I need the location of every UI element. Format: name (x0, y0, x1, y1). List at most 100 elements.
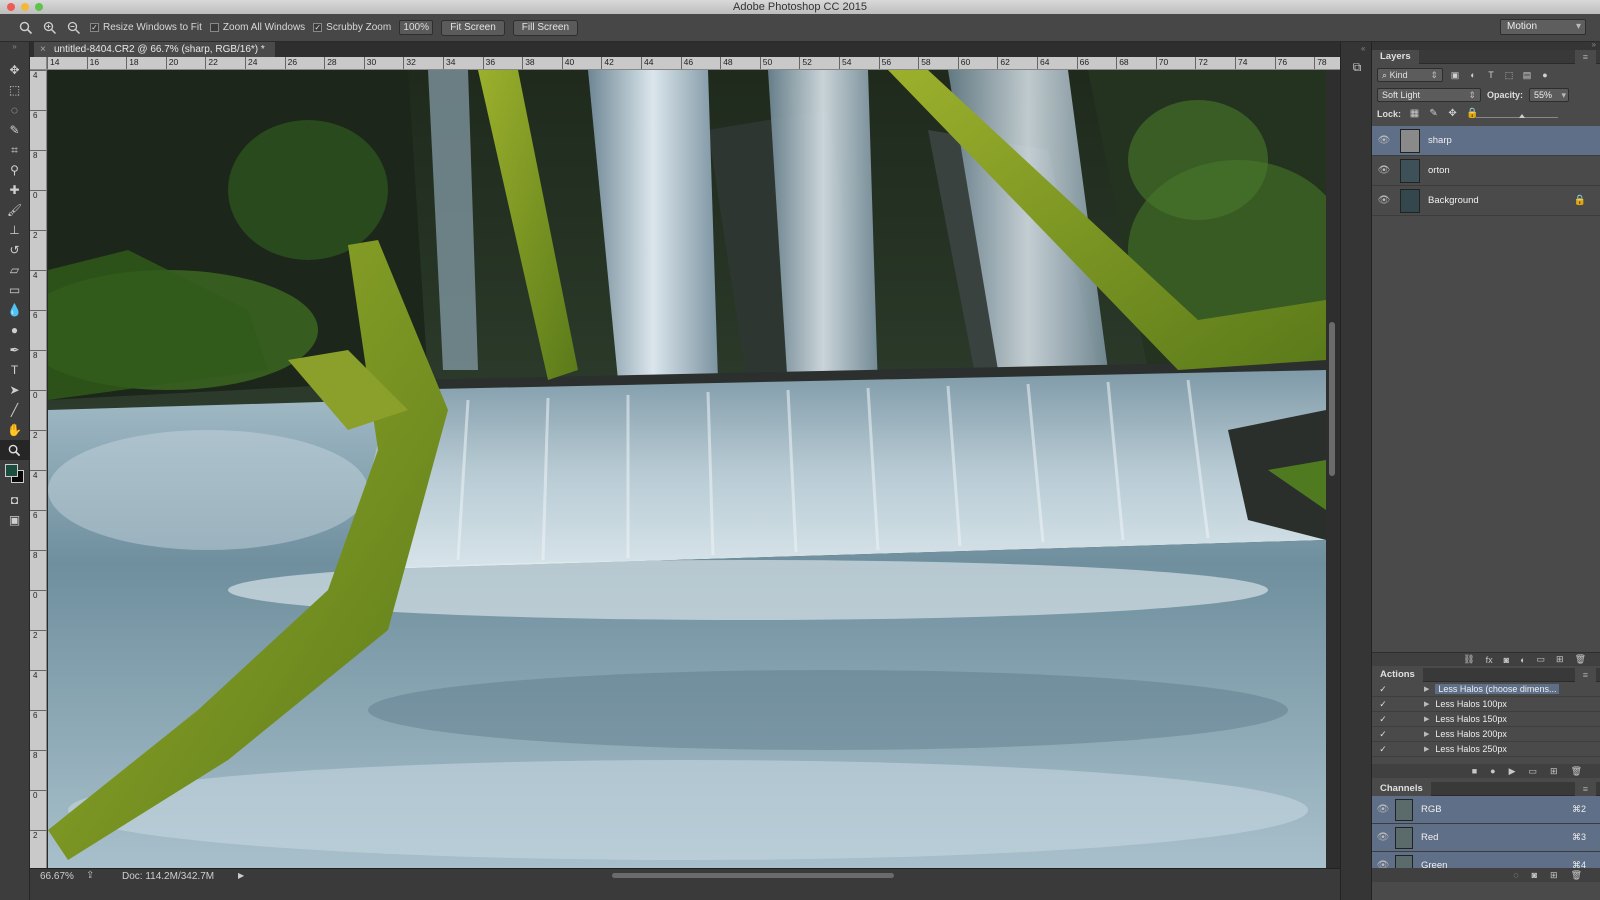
zoom-in-icon[interactable] (42, 20, 58, 36)
layer-style-icon[interactable]: fx (1486, 655, 1493, 665)
action-enabled-check-icon[interactable]: ✓ (1374, 684, 1392, 695)
expand-triangle-icon[interactable]: ▶ (1424, 745, 1429, 753)
visibility-eye-icon[interactable]: 👁 (1374, 165, 1394, 176)
layer-row[interactable]: 👁 Background 🔒 (1372, 186, 1600, 216)
vertical-scroll-thumb[interactable] (1329, 322, 1335, 476)
horizontal-ruler[interactable]: 14 16 18 20 22 24 26 28 30 32 34 36 38 40 42 44 46 48 50 52… (47, 57, 1340, 70)
layer-row[interactable]: 👁 sharp (1372, 126, 1600, 156)
minimize-window-button[interactable] (21, 3, 29, 11)
action-item[interactable]: ✓ ▶ Less Halos 250px (1372, 742, 1600, 757)
actions-panel-tab[interactable]: Actions ≡ (1372, 668, 1600, 682)
resize-windows-checkbox[interactable]: ✓ Resize Windows to Fit (90, 22, 202, 33)
visibility-eye-icon[interactable]: 👁 (1374, 135, 1394, 146)
filter-toggle-icon[interactable]: ● (1539, 69, 1551, 81)
filter-smart-object-icon[interactable]: ▤ (1521, 69, 1533, 81)
fit-screen-button[interactable]: Fit Screen (441, 19, 505, 36)
new-channel-icon[interactable]: ⊞ (1550, 870, 1558, 881)
delete-action-icon[interactable]: 🗑 (1571, 766, 1582, 777)
dialog-toggle[interactable] (1396, 714, 1406, 724)
lock-position-icon[interactable]: ✥ (1447, 108, 1458, 119)
visibility-eye-icon[interactable]: 👁 (1374, 195, 1394, 206)
dialog-toggle[interactable] (1396, 699, 1406, 709)
healing-brush-tool-icon[interactable]: ✚ (0, 180, 29, 200)
layer-filter-select[interactable]: ⌕ Kind ⇕ (1377, 68, 1443, 82)
record-icon[interactable]: ● (1490, 766, 1495, 776)
play-icon[interactable]: ▶ (1509, 766, 1516, 777)
new-group-icon[interactable]: ▭ (1537, 654, 1546, 665)
line-tool-icon[interactable]: ╱ (0, 400, 29, 420)
collapse-dock-icon[interactable]: » (1592, 40, 1596, 49)
vertical-ruler[interactable]: 46802468024680246802 (30, 70, 47, 870)
expand-triangle-icon[interactable]: ▶ (1424, 730, 1429, 738)
blur-tool-icon[interactable]: 💧 (0, 300, 29, 320)
delete-channel-icon[interactable]: 🗑 (1571, 870, 1582, 881)
dialog-toggle[interactable] (1396, 729, 1406, 739)
move-tool-icon[interactable]: ✥ (0, 60, 29, 80)
zoom-level[interactable]: 66.67% (40, 871, 74, 882)
lock-image-pixels-icon[interactable]: ✎ (1428, 108, 1439, 119)
dialog-toggle[interactable] (1396, 684, 1406, 694)
eraser-tool-icon[interactable]: ▱ (0, 260, 29, 280)
dialog-toggle[interactable] (1396, 744, 1406, 754)
path-selection-tool-icon[interactable]: ➤ (0, 380, 29, 400)
action-item[interactable]: ✓ ▶ Less Halos 200px (1372, 727, 1600, 742)
zoom-tool-preset-icon[interactable] (18, 20, 34, 36)
foreground-color-swatch[interactable] (5, 464, 18, 477)
quick-mask-icon[interactable]: ◘ (0, 490, 29, 510)
scrubby-zoom-checkbox[interactable]: ✓ Scrubby Zoom (313, 22, 391, 33)
quick-selection-tool-icon[interactable]: ✎ (0, 120, 29, 140)
channel-row[interactable]: 👁 RGB ⌘2 (1372, 796, 1600, 824)
expand-triangle-icon[interactable]: ▶ (1424, 700, 1429, 708)
gradient-tool-icon[interactable]: ▭ (0, 280, 29, 300)
delete-layer-icon[interactable]: 🗑 (1575, 654, 1586, 665)
status-menu-arrow-icon[interactable]: ▶ (238, 871, 244, 880)
load-selection-icon[interactable]: ◌ (1513, 870, 1518, 880)
channel-row[interactable]: 👁 Red ⌘3 (1372, 824, 1600, 852)
lasso-tool-icon[interactable]: ◌ (0, 100, 29, 120)
action-enabled-check-icon[interactable]: ✓ (1374, 714, 1392, 725)
brush-tool-icon[interactable]: 🖌 (0, 200, 29, 220)
action-item[interactable]: ✓ ▶ Less Halos (choose dimens... (1372, 682, 1600, 697)
document-canvas[interactable] (48, 70, 1326, 868)
screen-mode-icon[interactable]: ▣ (0, 510, 29, 530)
action-enabled-check-icon[interactable]: ✓ (1374, 729, 1392, 740)
action-item[interactable]: ✓ ▶ Less Halos 150px (1372, 712, 1600, 727)
zoom-all-windows-checkbox[interactable]: Zoom All Windows (209, 22, 305, 33)
expand-triangle-icon[interactable]: ▶ (1424, 685, 1429, 693)
new-set-icon[interactable]: ▭ (1529, 766, 1538, 777)
opacity-slider-knob[interactable] (1518, 114, 1525, 118)
share-icon[interactable]: ⇪ (86, 870, 94, 881)
visibility-eye-icon[interactable]: 👁 (1374, 832, 1392, 843)
action-enabled-check-icon[interactable]: ✓ (1374, 699, 1392, 710)
opacity-field[interactable]: 55% ▾ (1529, 88, 1570, 102)
action-enabled-check-icon[interactable]: ✓ (1374, 744, 1392, 755)
filter-shape-icon[interactable]: ⬚ (1503, 69, 1515, 81)
stop-icon[interactable]: ■ (1472, 766, 1477, 776)
horizontal-scroll-thumb[interactable] (612, 873, 894, 878)
filter-type-icon[interactable]: T (1485, 69, 1497, 81)
marquee-tool-icon[interactable]: ⬚ (0, 80, 29, 100)
fill-screen-button[interactable]: Fill Screen (512, 19, 579, 36)
visibility-eye-icon[interactable]: 👁 (1374, 804, 1392, 815)
crop-tool-icon[interactable]: ⌗ (0, 140, 29, 160)
eyedropper-tool-icon[interactable]: ⚲ (0, 160, 29, 180)
filter-adjustment-icon[interactable]: ◐ (1467, 69, 1479, 81)
workspace-switcher[interactable]: Motion (1500, 19, 1586, 35)
adjustment-layer-icon[interactable]: ◐ (1520, 655, 1525, 665)
collapse-toolbar-icon[interactable]: » (0, 42, 29, 60)
blend-mode-select[interactable]: Soft Light ⇕ (1377, 88, 1481, 102)
new-layer-icon[interactable]: ⊞ (1556, 654, 1564, 665)
layer-row[interactable]: 👁 orton (1372, 156, 1600, 186)
history-brush-tool-icon[interactable]: ↺ (0, 240, 29, 260)
channels-panel-tab[interactable]: Channels ≡ (1372, 782, 1600, 796)
zoom-out-icon[interactable] (66, 20, 82, 36)
clone-stamp-tool-icon[interactable]: ⊥ (0, 220, 29, 240)
opacity-slider[interactable] (1476, 110, 1558, 118)
ruler-origin[interactable] (30, 57, 47, 70)
dodge-tool-icon[interactable]: ● (0, 320, 29, 340)
add-mask-icon[interactable]: ◙ (1504, 655, 1509, 665)
lock-transparency-icon[interactable]: ▦ (1409, 108, 1420, 119)
close-document-icon[interactable]: × (40, 42, 46, 57)
new-action-icon[interactable]: ⊞ (1550, 766, 1558, 777)
panel-menu-icon[interactable]: ≡ (1574, 782, 1596, 796)
